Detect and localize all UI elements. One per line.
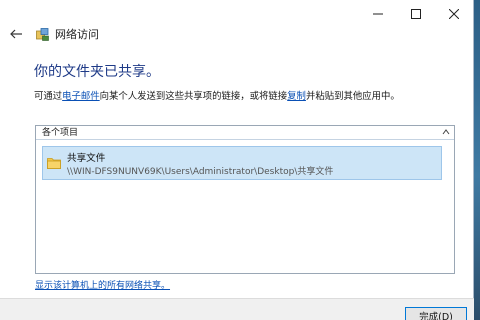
- description-text: 并粘贴到其他应用中。: [305, 91, 400, 102]
- description-text: 向某个人发送到这些共享项的链接，或将链接: [99, 91, 288, 102]
- email-link[interactable]: 电子邮件: [62, 91, 100, 102]
- share-description: 可通过电子邮件向某个人发送到这些共享项的链接，或将链接复制并粘贴到其他应用中。: [34, 88, 400, 102]
- item-name: 共享文件: [67, 152, 106, 164]
- maximize-icon: [411, 9, 421, 19]
- list-header-label: 各个项目: [42, 128, 79, 138]
- chevron-up-icon: [442, 129, 450, 135]
- list-item-text: 共享文件 \\WIN-DFS9NUNV69K\Users\Administrat…: [67, 150, 333, 177]
- item-path: \\WIN-DFS9NUNV69K\Users\Administrator\De…: [67, 166, 334, 177]
- footer-bar: [0, 298, 474, 320]
- minimize-icon: [373, 13, 383, 15]
- window-title: 网络访问: [55, 28, 99, 41]
- show-all-shares-link[interactable]: 显示该计算机上的所有网络共享。: [35, 278, 170, 291]
- back-button[interactable]: [6, 24, 26, 44]
- close-button[interactable]: [435, 0, 473, 28]
- folder-icon: [47, 158, 61, 169]
- network-access-icon: [36, 27, 49, 41]
- caption-buttons: [359, 0, 473, 28]
- minimize-button[interactable]: [359, 0, 397, 28]
- network-access-window: 网络访问 你的文件夹已共享。 可通过电子邮件向某个人发送到这些共享项的链接，或将…: [0, 0, 474, 320]
- page-heading: 你的文件夹已共享。: [34, 64, 160, 80]
- close-icon: [449, 9, 459, 19]
- copy-link[interactable]: 复制: [287, 91, 306, 102]
- done-button[interactable]: 完成(D): [405, 307, 467, 320]
- title-row: 网络访问: [36, 26, 99, 42]
- maximize-button[interactable]: [397, 0, 435, 28]
- list-header[interactable]: 各个项目: [36, 126, 454, 140]
- description-text: 可通过: [34, 91, 63, 102]
- shared-items-list[interactable]: 各个项目 共享文件 \\WIN-DFS9NUNV69K\Users\Admini…: [35, 125, 455, 274]
- list-item[interactable]: 共享文件 \\WIN-DFS9NUNV69K\Users\Administrat…: [42, 146, 442, 180]
- back-arrow-icon: [10, 29, 22, 39]
